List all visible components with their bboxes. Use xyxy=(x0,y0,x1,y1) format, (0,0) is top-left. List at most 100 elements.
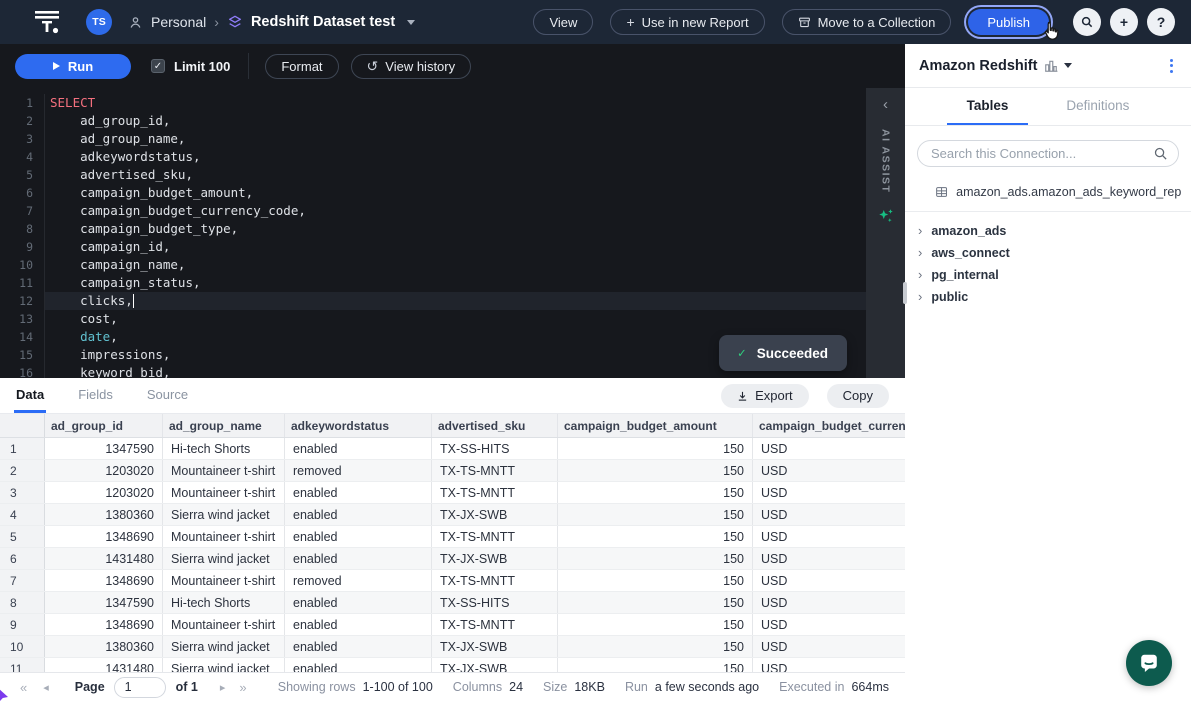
table-cell[interactable]: 150 xyxy=(558,636,753,657)
panel-resize-handle[interactable] xyxy=(903,282,907,304)
help-button[interactable]: ? xyxy=(1147,8,1175,36)
table-cell[interactable]: Mountaineer t-shirt xyxy=(163,614,285,635)
code-line[interactable]: 7 campaign_budget_currency_code, xyxy=(0,202,905,220)
table-cell[interactable]: TX-JX-SWB xyxy=(432,636,558,657)
move-to-collection-button[interactable]: Move to a Collection xyxy=(782,9,952,35)
table-cell[interactable]: TX-JX-SWB xyxy=(432,504,558,525)
column-header[interactable]: ad_group_name xyxy=(163,414,285,437)
table-cell[interactable]: Hi-tech Shorts xyxy=(163,592,285,613)
table-cell[interactable]: enabled xyxy=(285,614,432,635)
code-line[interactable]: 13 cost, xyxy=(0,310,905,328)
code-line[interactable]: 6 campaign_budget_amount, xyxy=(0,184,905,202)
code-line[interactable]: 11 campaign_status, xyxy=(0,274,905,292)
table-cell[interactable]: 1347590 xyxy=(45,438,163,459)
pinned-table-item[interactable]: amazon_ads.amazon_ads_keyword_report xyxy=(905,179,1191,211)
table-cell[interactable]: TX-JX-SWB xyxy=(432,548,558,569)
new-item-button[interactable]: + xyxy=(1110,8,1138,36)
table-cell[interactable]: USD xyxy=(753,658,905,672)
column-header[interactable]: ad_group_id xyxy=(45,414,163,437)
table-cell[interactable]: enabled xyxy=(285,438,432,459)
table-cell[interactable]: Sierra wind jacket xyxy=(163,636,285,657)
tab-source[interactable]: Source xyxy=(145,378,190,413)
schema-item-aws_connect[interactable]: ›aws_connect xyxy=(905,242,1191,264)
table-cell[interactable]: 150 xyxy=(558,526,753,547)
last-page-button[interactable]: » xyxy=(239,680,246,695)
table-cell[interactable]: USD xyxy=(753,460,905,481)
table-row[interactable]: 51348690Mountaineer t-shirtenabledTX-TS-… xyxy=(0,526,905,548)
sql-editor[interactable]: 1SELECT2 ad_group_id,3 ad_group_name,4 a… xyxy=(0,88,905,378)
table-cell[interactable]: TX-TS-MNTT xyxy=(432,570,558,591)
table-cell[interactable]: enabled xyxy=(285,658,432,672)
code-line[interactable]: 9 campaign_id, xyxy=(0,238,905,256)
connection-dropdown-caret[interactable] xyxy=(1064,63,1072,68)
table-cell[interactable]: 150 xyxy=(558,570,753,591)
page-number-input[interactable] xyxy=(114,677,166,698)
column-header[interactable]: campaign_budget_amount xyxy=(558,414,753,437)
table-cell[interactable]: Mountaineer t-shirt xyxy=(163,460,285,481)
breadcrumb-workspace[interactable]: Personal xyxy=(151,14,206,30)
view-history-button[interactable]: ↺ View history xyxy=(351,54,472,79)
table-cell[interactable]: USD xyxy=(753,438,905,459)
table-cell[interactable]: 1380360 xyxy=(45,636,163,657)
user-avatar[interactable]: TS xyxy=(86,9,112,35)
table-row[interactable]: 11347590Hi-tech ShortsenabledTX-SS-HITS1… xyxy=(0,438,905,460)
table-row[interactable]: 91348690Mountaineer t-shirtenabledTX-TS-… xyxy=(0,614,905,636)
code-line[interactable]: 12 clicks, xyxy=(0,292,905,310)
table-cell[interactable]: USD xyxy=(753,526,905,547)
table-cell[interactable]: 1203020 xyxy=(45,482,163,503)
table-cell[interactable]: enabled xyxy=(285,548,432,569)
first-page-button[interactable]: « xyxy=(20,680,27,695)
table-cell[interactable]: 150 xyxy=(558,614,753,635)
table-cell[interactable]: 1348690 xyxy=(45,614,163,635)
table-cell[interactable]: Sierra wind jacket xyxy=(163,658,285,672)
table-cell[interactable]: USD xyxy=(753,504,905,525)
table-cell[interactable]: 150 xyxy=(558,482,753,503)
view-button[interactable]: View xyxy=(533,9,593,35)
table-cell[interactable]: 150 xyxy=(558,548,753,569)
table-cell[interactable]: TX-JX-SWB xyxy=(432,658,558,672)
chevron-down-icon[interactable] xyxy=(407,20,415,25)
table-cell[interactable]: enabled xyxy=(285,592,432,613)
table-cell[interactable]: TX-SS-HITS xyxy=(432,438,558,459)
code-line[interactable]: 2 ad_group_id, xyxy=(0,112,905,130)
table-cell[interactable]: USD xyxy=(753,570,905,591)
ai-assist-panel[interactable]: ‹ AI ASSIST xyxy=(866,88,905,378)
table-cell[interactable]: enabled xyxy=(285,504,432,525)
schema-item-pg_internal[interactable]: ›pg_internal xyxy=(905,264,1191,286)
chat-launcher-button[interactable] xyxy=(1126,640,1172,686)
publish-button[interactable]: Publish xyxy=(968,9,1049,35)
app-logo-icon[interactable] xyxy=(34,9,60,35)
table-cell[interactable]: 1431480 xyxy=(45,658,163,672)
column-header[interactable]: campaign_budget_currency_code xyxy=(753,414,905,437)
table-row[interactable]: 61431480Sierra wind jacketenabledTX-JX-S… xyxy=(0,548,905,570)
tab-definitions[interactable]: Definitions xyxy=(1046,88,1149,125)
table-cell[interactable]: Mountaineer t-shirt xyxy=(163,570,285,591)
code-line[interactable]: 1SELECT xyxy=(0,94,905,112)
tab-data[interactable]: Data xyxy=(14,378,46,413)
table-cell[interactable]: TX-TS-MNTT xyxy=(432,614,558,635)
code-line[interactable]: 4 adkeywordstatus, xyxy=(0,148,905,166)
table-cell[interactable]: removed xyxy=(285,460,432,481)
table-cell[interactable]: USD xyxy=(753,482,905,503)
table-cell[interactable]: 1203020 xyxy=(45,460,163,481)
breadcrumb-document-title[interactable]: Redshift Dataset test xyxy=(251,14,395,30)
code-line[interactable]: 10 campaign_name, xyxy=(0,256,905,274)
table-cell[interactable]: enabled xyxy=(285,482,432,503)
table-cell[interactable]: 1348690 xyxy=(45,526,163,547)
table-cell[interactable]: enabled xyxy=(285,636,432,657)
search-button[interactable] xyxy=(1073,8,1101,36)
tab-fields[interactable]: Fields xyxy=(76,378,115,413)
code-line[interactable]: 3 ad_group_name, xyxy=(0,130,905,148)
table-row[interactable]: 41380360Sierra wind jacketenabledTX-JX-S… xyxy=(0,504,905,526)
table-cell[interactable]: TX-TS-MNTT xyxy=(432,526,558,547)
table-cell[interactable]: USD xyxy=(753,636,905,657)
results-table[interactable]: ad_group_id ad_group_name adkeywordstatu… xyxy=(0,414,905,672)
limit-checkbox[interactable]: ✓ xyxy=(151,59,165,73)
table-cell[interactable]: 1431480 xyxy=(45,548,163,569)
prev-page-button[interactable]: ◂ xyxy=(43,681,49,694)
table-cell[interactable]: TX-TS-MNTT xyxy=(432,482,558,503)
code-line[interactable]: 5 advertised_sku, xyxy=(0,166,905,184)
tab-tables[interactable]: Tables xyxy=(947,88,1029,125)
table-row[interactable]: 101380360Sierra wind jacketenabledTX-JX-… xyxy=(0,636,905,658)
table-cell[interactable]: enabled xyxy=(285,526,432,547)
